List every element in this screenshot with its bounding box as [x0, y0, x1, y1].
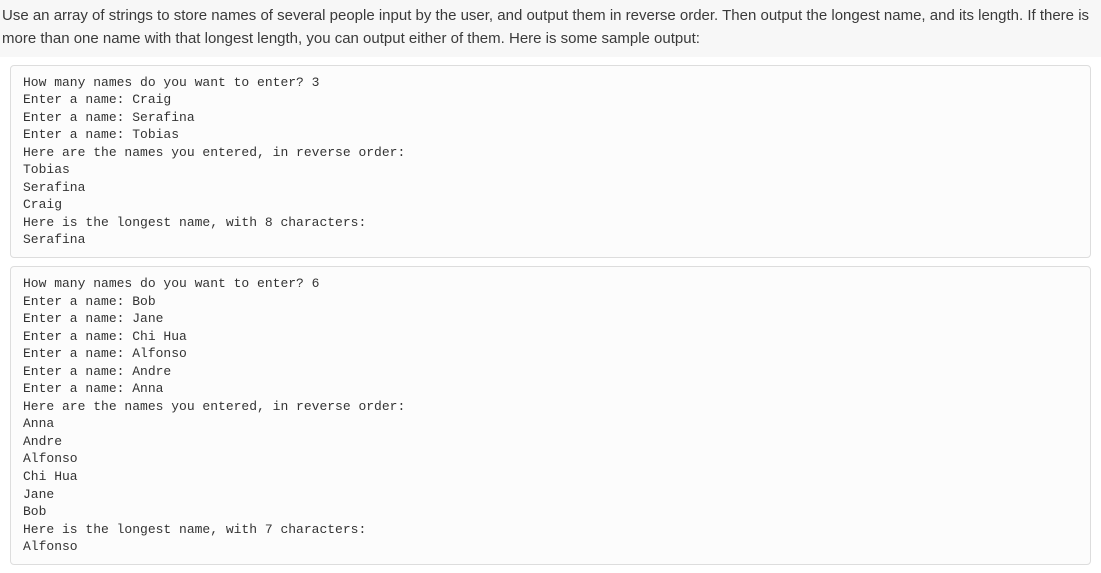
sample-output-2: How many names do you want to enter? 6 E… [10, 266, 1091, 565]
problem-instructions: Use an array of strings to store names o… [0, 0, 1101, 57]
sample-output-1: How many names do you want to enter? 3 E… [10, 65, 1091, 258]
